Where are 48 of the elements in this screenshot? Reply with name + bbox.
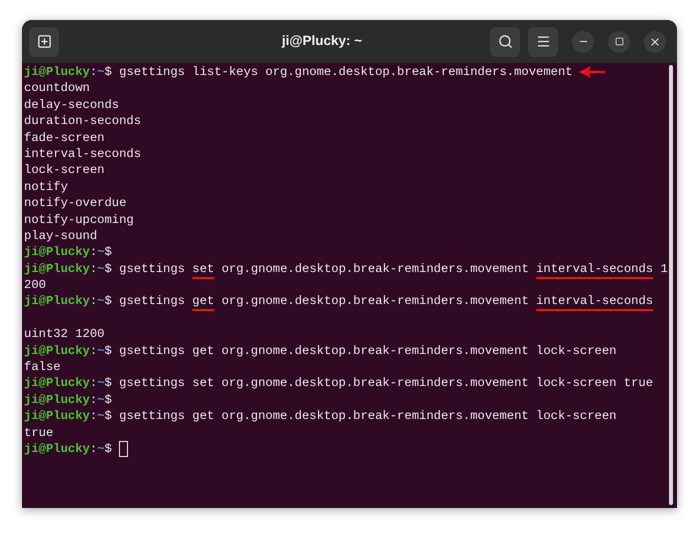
output-line: true — [24, 424, 54, 441]
command-text: gsettings list-keys org.gnome.desktop.break-reminders.movement — [119, 64, 573, 80]
output-line: interval-seconds — [24, 146, 142, 162]
command-text: gsettings set org.gnome.desktop.break-reminders.movement lock-screen true — [119, 375, 654, 392]
menu-icon — [536, 34, 550, 49]
maximize-icon — [614, 37, 624, 46]
command-text: set — [192, 260, 214, 278]
shell-prompt: ji@Plucky:~$ — [24, 244, 112, 261]
shell-prompt: ji@Plucky:~$ — [24, 392, 112, 408]
command-text: gsettings get org.gnome.desktop.break-reminders.movement lock-screen — [119, 342, 616, 360]
command-text: interval-seconds — [536, 293, 654, 310]
menu-button[interactable] — [528, 26, 558, 56]
command-text: interval-seconds — [536, 260, 654, 278]
output-line: duration-seconds — [24, 113, 142, 130]
search-button[interactable] — [490, 26, 520, 56]
scrollbar[interactable] — [669, 65, 673, 505]
close-icon — [649, 36, 661, 48]
output-line: notify — [24, 178, 68, 196]
close-button[interactable] — [644, 30, 666, 52]
window-title: ji@Plucky: ~ — [282, 32, 362, 50]
shell-prompt: ji@Plucky:~$ — [24, 441, 112, 458]
command-text: org.gnome.desktop.break-reminders.movement — [222, 293, 529, 310]
output-line: 200 — [24, 277, 46, 294]
output-line: play-sound — [24, 228, 98, 244]
output-line: false — [24, 359, 61, 376]
shell-prompt: ji@Plucky:~$ — [24, 375, 112, 392]
command-text: gsettings — [119, 260, 185, 278]
output-line: countdown — [24, 80, 90, 97]
command-text: 1 — [660, 260, 668, 278]
shell-prompt: ji@Plucky:~$ — [24, 293, 112, 310]
maximize-button[interactable] — [608, 30, 630, 52]
new-tab-icon — [36, 34, 52, 49]
new-tab-button[interactable] — [29, 26, 59, 56]
shell-prompt: ji@Plucky:~$ — [24, 64, 112, 80]
output-line: uint32 1200 — [24, 326, 104, 343]
command-text: gsettings — [119, 293, 185, 310]
search-icon — [498, 34, 512, 49]
output-line: notify-overdue — [24, 195, 126, 212]
shell-prompt: ji@Plucky:~$ — [24, 342, 112, 360]
command-text: org.gnome.desktop.break-reminders.movement — [222, 260, 529, 278]
shell-prompt: ji@Plucky:~$ — [24, 408, 112, 425]
command-text: gsettings get org.gnome.desktop.break-reminders.movement lock-screen — [119, 408, 616, 425]
output-line: delay-seconds — [24, 96, 120, 114]
output-line: lock-screen — [24, 162, 104, 179]
output-line: fade-screen — [24, 130, 104, 146]
output-line: notify-upcoming — [24, 212, 134, 228]
command-text: get — [192, 293, 214, 310]
shell-prompt: ji@Plucky:~$ — [24, 260, 112, 278]
